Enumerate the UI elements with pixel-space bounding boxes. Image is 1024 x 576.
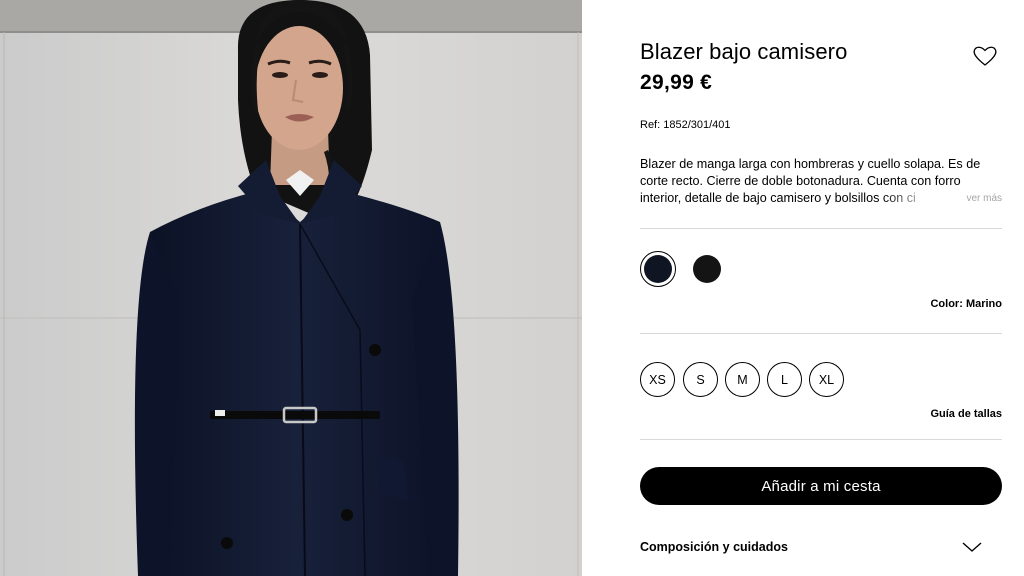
chevron-down-icon [961, 540, 983, 554]
product-description-block: Blazer de manga larga con hombreras y cu… [640, 156, 1002, 208]
color-label: Color: [930, 298, 966, 310]
divider [640, 439, 1002, 440]
color-value: Marino [965, 298, 1002, 310]
size-option-l[interactable]: L [767, 362, 802, 397]
favorite-button[interactable] [972, 43, 998, 69]
selected-color: Color: Marino [930, 298, 1002, 310]
size-option-xs[interactable]: XS [640, 362, 675, 397]
product-price: 29,99 € [640, 71, 713, 94]
product-image [0, 0, 582, 576]
product-details-panel: Blazer bajo camisero 29,99 € Ref: 1852/3… [640, 0, 1002, 576]
heart-icon [973, 46, 997, 66]
color-swatch-marino[interactable] [640, 251, 676, 287]
divider [640, 228, 1002, 229]
product-reference: Ref: 1852/301/401 [640, 119, 731, 131]
add-to-cart-button[interactable]: Añadir a mi cesta [640, 467, 1002, 505]
see-more-link[interactable]: ver más [966, 193, 1002, 204]
product-title: Blazer bajo camisero [640, 39, 848, 64]
divider [640, 333, 1002, 334]
composition-accordion[interactable]: Composición y cuidados [640, 528, 1002, 562]
reference-value: 1852/301/401 [663, 119, 731, 131]
color-swatch-fill [644, 255, 672, 283]
size-option-s[interactable]: S [683, 362, 718, 397]
reference-label: Ref: [640, 119, 664, 131]
size-option-xl[interactable]: XL [809, 362, 844, 397]
size-option-m[interactable]: M [725, 362, 760, 397]
composition-label: Composición y cuidados [640, 540, 788, 554]
size-guide-link[interactable]: Guía de tallas [930, 408, 1002, 420]
color-swatch-negro[interactable] [693, 255, 721, 283]
